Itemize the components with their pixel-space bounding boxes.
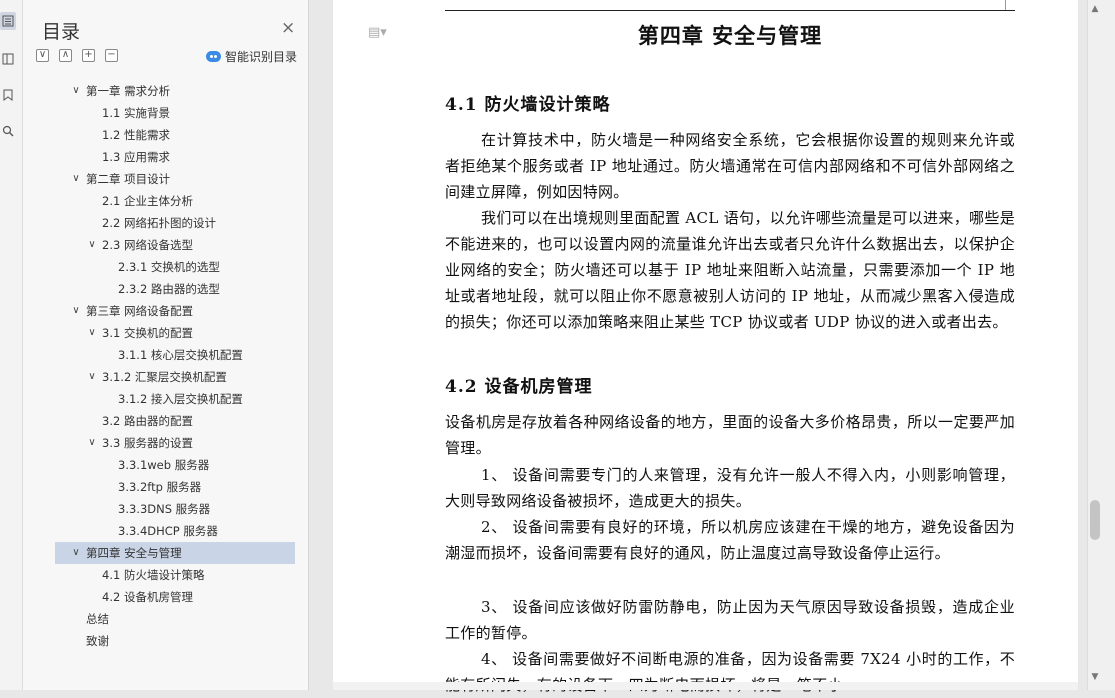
chevron-down-icon[interactable]: ∨	[86, 432, 98, 454]
chapter-title: 第四章 安全与管理	[637, 23, 823, 48]
section-heading-4-1: 4.1 防火墙设计策略	[445, 95, 611, 115]
toc-item[interactable]: 3.3.2ftp 服务器	[55, 476, 295, 498]
smart-toc-label: 智能识别目录	[225, 50, 298, 64]
toc-item-label: 2.3.1 交换机的选型	[118, 260, 220, 274]
toc-item-label: 2.2 网络拓扑图的设计	[102, 216, 216, 230]
paragraph: 我们可以在出境规则里面配置 ACL 语句，以允许哪些流量是可以进来，哪些是不能进…	[445, 209, 1015, 331]
toc-item-label: 3.1.2 接入层交换机配置	[118, 392, 243, 406]
toc-item-label: 3.3.1web 服务器	[118, 458, 210, 472]
toc-item-label: 第三章 网络设备配置	[86, 304, 194, 318]
margin-marker	[1005, 0, 1006, 10]
toc-item-label: 1.2 性能需求	[102, 128, 170, 142]
chevron-down-icon[interactable]: ∨	[86, 234, 98, 256]
chevron-down-icon[interactable]: ∨	[86, 322, 98, 344]
outline-icon[interactable]	[0, 50, 16, 68]
toc-item-label: 3.3.2ftp 服务器	[118, 480, 202, 494]
toc-item-label: 3.1 交换机的配置	[102, 326, 193, 340]
toc-item[interactable]: 1.1 实施背景	[55, 102, 295, 124]
toc-item[interactable]: ∨ 第二章 项目设计	[55, 168, 295, 190]
toc-item-label: 第一章 需求分析	[86, 84, 171, 98]
toc-item-label: 2.3.2 路由器的选型	[118, 282, 220, 296]
toc-item[interactable]: 2.3.2 路由器的选型	[55, 278, 295, 300]
scrollbar-thumb[interactable]	[1090, 500, 1100, 540]
toc-title: 目录	[42, 21, 81, 43]
paragraph: 在计算技术中，防火墙是一种网络安全系统，它会根据你设置的规则来允许或者拒绝某个服…	[445, 131, 1015, 201]
toc-item[interactable]: 3.1.1 核心层交换机配置	[55, 344, 295, 366]
chevron-down-icon[interactable]: ∨	[70, 168, 82, 190]
toc-item-label: 2.1 企业主体分析	[102, 194, 193, 208]
section-heading-4-2: 4.2 设备机房管理	[445, 377, 593, 397]
toc-item-label: 1.3 应用需求	[102, 150, 170, 164]
list-item: 4、 设备间需要做好不间断电源的准备，因为设备需要 7X24 小时的工作，不能有…	[445, 650, 1015, 694]
toc-item[interactable]: ∨ 3.1 交换机的配置	[55, 322, 295, 344]
list-item: 2、 设备间需要有良好的环境，所以机房应该建在干燥的地方，避免设备因为潮湿而损坏…	[445, 518, 1015, 562]
list-item: 3、 设备间应该做好防雷防静电，防止因为天气原因导致设备损毁，造成企业工作的暂停…	[445, 598, 1015, 642]
add-heading-button[interactable]: +	[82, 49, 95, 62]
close-icon[interactable]: ×	[281, 18, 295, 38]
remove-heading-button[interactable]: −	[105, 49, 118, 62]
toc-item-label: 第四章 安全与管理	[86, 546, 182, 560]
toc-item-label: 2.3 网络设备选型	[102, 238, 193, 252]
toc-item[interactable]: 3.3.1web 服务器	[55, 454, 295, 476]
paragraph: 设备机房是存放着各种网络设备的地方，里面的设备大多价格昂贵，所以一定要严加管理。	[445, 413, 1015, 457]
icon-rail	[0, 0, 23, 690]
toc-item[interactable]: ∨ 第四章 安全与管理	[55, 542, 295, 564]
toc-item[interactable]: ∨ 3.1.2 汇聚层交换机配置	[55, 366, 295, 388]
bookmark-icon[interactable]	[0, 86, 16, 104]
toc-item[interactable]: 2.1 企业主体分析	[55, 190, 295, 212]
toc-item-label: 总结	[86, 612, 109, 626]
horizontal-scrollbar[interactable]	[333, 682, 1078, 690]
toc-item-label: 第二章 项目设计	[86, 172, 171, 186]
smart-toc-icon	[206, 51, 221, 62]
chevron-down-icon[interactable]: ∨	[86, 366, 98, 388]
toc-icon[interactable]	[0, 12, 16, 30]
toc-item[interactable]: 3.2 路由器的配置	[55, 410, 295, 432]
toc-list: ∨ 第一章 需求分析 1.1 实施背景 1.2 性能需求 1.3 应用需求 ∨ 第二章 项目…	[55, 80, 295, 652]
collapse-all-button[interactable]: ∨	[36, 49, 49, 62]
toc-item-label: 3.2 路由器的配置	[102, 414, 193, 428]
toc-item[interactable]: 3.1.2 接入层交换机配置	[55, 388, 295, 410]
toc-item-label: 3.1.1 核心层交换机配置	[118, 348, 243, 362]
page-menu-icon[interactable]: ▤▾	[368, 25, 387, 40]
toc-item-label: 3.3.4DHCP 服务器	[118, 524, 218, 538]
toc-item[interactable]: ∨ 第三章 网络设备配置	[55, 300, 295, 322]
toc-item[interactable]: 4.2 设备机房管理	[55, 586, 295, 608]
toc-item[interactable]: 2.2 网络拓扑图的设计	[55, 212, 295, 234]
toc-item-label: 3.3.3DNS 服务器	[118, 502, 211, 516]
toc-item-label: 4.2 设备机房管理	[102, 590, 193, 604]
chevron-down-icon[interactable]: ∨	[70, 300, 82, 322]
header-rule	[445, 10, 1015, 11]
chevron-down-icon[interactable]: ∨	[70, 542, 82, 564]
toc-item[interactable]: 2.3.1 交换机的选型	[55, 256, 295, 278]
list-item: 1、 设备间需要专门的人来管理，没有允许一般人不得入内，小则影响管理，大则导致网…	[445, 466, 1015, 510]
toc-item[interactable]: ∨ 2.3 网络设备选型	[55, 234, 295, 256]
expand-all-button[interactable]: ∧	[59, 49, 72, 62]
toc-item[interactable]: 1.3 应用需求	[55, 146, 295, 168]
toc-item[interactable]: 3.3.4DHCP 服务器	[55, 520, 295, 542]
toc-item-label: 3.3 服务器的设置	[102, 436, 193, 450]
toc-panel: 目录 × ∨ ∧ + − 智能识别目录 ∨ 第一章 需求分析 1.1 实施背景 1.2…	[23, 0, 309, 690]
toc-item[interactable]: 3.3.3DNS 服务器	[55, 498, 295, 520]
toc-item-label: 致谢	[86, 634, 109, 648]
toc-toolbar: ∨ ∧ + −	[36, 49, 118, 62]
toc-item-label: 3.1.2 汇聚层交换机配置	[102, 370, 227, 384]
toc-item[interactable]: 1.2 性能需求	[55, 124, 295, 146]
toc-item[interactable]: ∨ 3.3 服务器的设置	[55, 432, 295, 454]
smart-toc-button[interactable]: 智能识别目录	[206, 48, 297, 65]
chevron-down-icon[interactable]: ∨	[70, 80, 82, 102]
toc-item[interactable]: 致谢	[55, 630, 295, 652]
toc-item[interactable]: 总结	[55, 608, 295, 630]
toc-item[interactable]: 4.1 防火墙设计策略	[55, 564, 295, 586]
scroll-down-icon[interactable]: ▼	[1089, 672, 1101, 686]
scroll-up-icon[interactable]: ▲	[1089, 4, 1101, 18]
toc-item[interactable]: ∨ 第一章 需求分析	[55, 80, 295, 102]
search-icon[interactable]	[0, 122, 16, 140]
toc-item-label: 1.1 实施背景	[102, 106, 170, 120]
toc-item-label: 4.1 防火墙设计策略	[102, 568, 205, 582]
vertical-scrollbar[interactable]	[1087, 0, 1115, 690]
